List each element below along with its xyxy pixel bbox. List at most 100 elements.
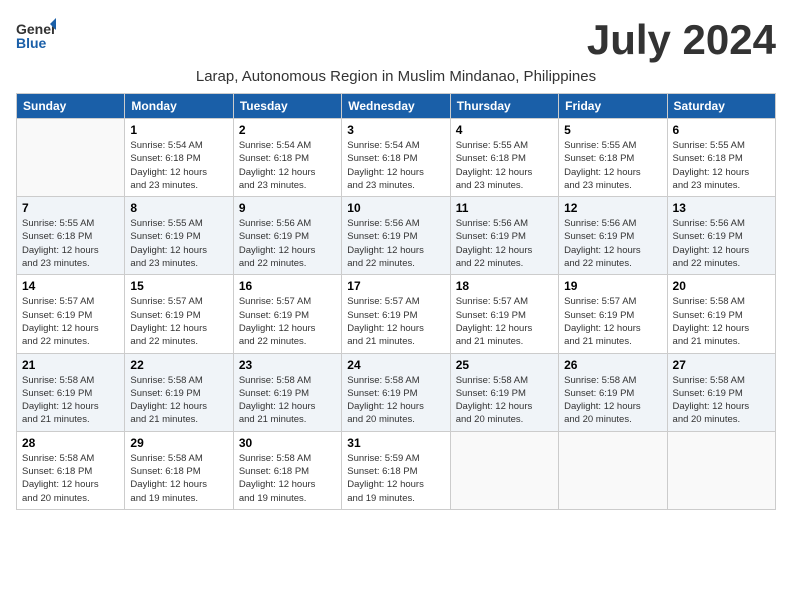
calendar-cell: 28Sunrise: 5:58 AM Sunset: 6:18 PM Dayli… xyxy=(17,431,125,509)
calendar-week-2: 7 Sunrise: 5:55 AM Sunset: 6:18 PM Daylig… xyxy=(17,197,776,275)
svg-text:Blue: Blue xyxy=(16,35,47,51)
day-info: Sunrise: 5:58 AM Sunset: 6:19 PM Dayligh… xyxy=(673,374,770,427)
calendar-cell: 12 Sunrise: 5:56 AM Sunset: 6:19 PM Dayli… xyxy=(559,197,667,275)
day-number: 8 xyxy=(130,201,227,215)
col-header-monday: Monday xyxy=(125,94,233,119)
calendar-cell: 14Sunrise: 5:57 AM Sunset: 6:19 PM Dayli… xyxy=(17,275,125,353)
calendar-cell: 5 Sunrise: 5:55 AM Sunset: 6:18 PM Daylig… xyxy=(559,119,667,197)
day-info: Sunrise: 5:54 AM Sunset: 6:18 PM Dayligh… xyxy=(347,139,444,192)
day-info: Sunrise: 5:57 AM Sunset: 6:19 PM Dayligh… xyxy=(130,295,227,348)
day-info: Sunrise: 5:55 AM Sunset: 6:18 PM Dayligh… xyxy=(22,217,119,270)
day-info: Sunrise: 5:57 AM Sunset: 6:19 PM Dayligh… xyxy=(564,295,661,348)
day-number: 30 xyxy=(239,436,336,450)
calendar-cell: 9 Sunrise: 5:56 AM Sunset: 6:19 PM Daylig… xyxy=(233,197,341,275)
calendar-cell: 10 Sunrise: 5:56 AM Sunset: 6:19 PM Dayli… xyxy=(342,197,450,275)
calendar-week-3: 14Sunrise: 5:57 AM Sunset: 6:19 PM Dayli… xyxy=(17,275,776,353)
calendar-cell xyxy=(559,431,667,509)
col-header-wednesday: Wednesday xyxy=(342,94,450,119)
logo-icon: General Blue xyxy=(16,16,56,56)
calendar-week-5: 28Sunrise: 5:58 AM Sunset: 6:18 PM Dayli… xyxy=(17,431,776,509)
calendar-cell: 2 Sunrise: 5:54 AM Sunset: 6:18 PM Daylig… xyxy=(233,119,341,197)
day-number: 20 xyxy=(673,279,770,293)
day-number: 21 xyxy=(22,358,119,372)
calendar-cell: 15 Sunrise: 5:57 AM Sunset: 6:19 PM Dayli… xyxy=(125,275,233,353)
day-info: Sunrise: 5:57 AM Sunset: 6:19 PM Dayligh… xyxy=(347,295,444,348)
day-info: Sunrise: 5:56 AM Sunset: 6:19 PM Dayligh… xyxy=(456,217,553,270)
calendar-cell: 6 Sunrise: 5:55 AM Sunset: 6:18 PM Daylig… xyxy=(667,119,775,197)
calendar-week-4: 21 Sunrise: 5:58 AM Sunset: 6:19 PM Dayli… xyxy=(17,353,776,431)
day-info: Sunrise: 5:59 AM Sunset: 6:18 PM Dayligh… xyxy=(347,452,444,505)
day-number: 22 xyxy=(130,358,227,372)
calendar-cell: 7 Sunrise: 5:55 AM Sunset: 6:18 PM Daylig… xyxy=(17,197,125,275)
calendar-cell: 11 Sunrise: 5:56 AM Sunset: 6:19 PM Dayli… xyxy=(450,197,558,275)
calendar-table: SundayMondayTuesdayWednesdayThursdayFrid… xyxy=(16,93,776,510)
calendar-week-1: 1 Sunrise: 5:54 AM Sunset: 6:18 PM Daylig… xyxy=(17,119,776,197)
day-info: Sunrise: 5:58 AM Sunset: 6:19 PM Dayligh… xyxy=(456,374,553,427)
col-header-tuesday: Tuesday xyxy=(233,94,341,119)
day-number: 9 xyxy=(239,201,336,215)
day-info: Sunrise: 5:54 AM Sunset: 6:18 PM Dayligh… xyxy=(239,139,336,192)
calendar-cell: 8 Sunrise: 5:55 AM Sunset: 6:19 PM Daylig… xyxy=(125,197,233,275)
calendar-cell: 31 Sunrise: 5:59 AM Sunset: 6:18 PM Dayli… xyxy=(342,431,450,509)
calendar-cell: 22Sunrise: 5:58 AM Sunset: 6:19 PM Dayli… xyxy=(125,353,233,431)
calendar-cell: 16 Sunrise: 5:57 AM Sunset: 6:19 PM Dayli… xyxy=(233,275,341,353)
calendar-cell: 13Sunrise: 5:56 AM Sunset: 6:19 PM Dayli… xyxy=(667,197,775,275)
day-info: Sunrise: 5:56 AM Sunset: 6:19 PM Dayligh… xyxy=(673,217,770,270)
calendar-cell: 4Sunrise: 5:55 AM Sunset: 6:18 PM Daylig… xyxy=(450,119,558,197)
day-info: Sunrise: 5:57 AM Sunset: 6:19 PM Dayligh… xyxy=(456,295,553,348)
day-info: Sunrise: 5:58 AM Sunset: 6:19 PM Dayligh… xyxy=(239,374,336,427)
day-number: 16 xyxy=(239,279,336,293)
day-info: Sunrise: 5:56 AM Sunset: 6:19 PM Dayligh… xyxy=(564,217,661,270)
col-header-saturday: Saturday xyxy=(667,94,775,119)
day-number: 5 xyxy=(564,123,661,137)
day-info: Sunrise: 5:55 AM Sunset: 6:18 PM Dayligh… xyxy=(673,139,770,192)
calendar-cell: 29Sunrise: 5:58 AM Sunset: 6:18 PM Dayli… xyxy=(125,431,233,509)
col-header-friday: Friday xyxy=(559,94,667,119)
day-number: 6 xyxy=(673,123,770,137)
day-number: 7 xyxy=(22,201,119,215)
calendar-cell: 18 Sunrise: 5:57 AM Sunset: 6:19 PM Dayli… xyxy=(450,275,558,353)
calendar-cell: 23Sunrise: 5:58 AM Sunset: 6:19 PM Dayli… xyxy=(233,353,341,431)
page-header: General Blue July 2024 xyxy=(16,16,776,64)
calendar-cell: 20 Sunrise: 5:58 AM Sunset: 6:19 PM Dayli… xyxy=(667,275,775,353)
day-info: Sunrise: 5:56 AM Sunset: 6:19 PM Dayligh… xyxy=(347,217,444,270)
calendar-body: 1 Sunrise: 5:54 AM Sunset: 6:18 PM Daylig… xyxy=(17,119,776,510)
calendar-cell: 1 Sunrise: 5:54 AM Sunset: 6:18 PM Daylig… xyxy=(125,119,233,197)
day-number: 12 xyxy=(564,201,661,215)
day-info: Sunrise: 5:58 AM Sunset: 6:19 PM Dayligh… xyxy=(22,374,119,427)
calendar-cell: 24Sunrise: 5:58 AM Sunset: 6:19 PM Dayli… xyxy=(342,353,450,431)
day-number: 2 xyxy=(239,123,336,137)
day-number: 25 xyxy=(456,358,553,372)
day-number: 18 xyxy=(456,279,553,293)
day-number: 17 xyxy=(347,279,444,293)
day-info: Sunrise: 5:58 AM Sunset: 6:19 PM Dayligh… xyxy=(564,374,661,427)
day-info: Sunrise: 5:58 AM Sunset: 6:18 PM Dayligh… xyxy=(22,452,119,505)
day-info: Sunrise: 5:56 AM Sunset: 6:19 PM Dayligh… xyxy=(239,217,336,270)
calendar-cell: 21 Sunrise: 5:58 AM Sunset: 6:19 PM Dayli… xyxy=(17,353,125,431)
day-number: 11 xyxy=(456,201,553,215)
day-number: 10 xyxy=(347,201,444,215)
day-info: Sunrise: 5:54 AM Sunset: 6:18 PM Dayligh… xyxy=(130,139,227,192)
day-info: Sunrise: 5:57 AM Sunset: 6:19 PM Dayligh… xyxy=(239,295,336,348)
day-number: 1 xyxy=(130,123,227,137)
day-number: 15 xyxy=(130,279,227,293)
day-info: Sunrise: 5:57 AM Sunset: 6:19 PM Dayligh… xyxy=(22,295,119,348)
logo: General Blue xyxy=(16,16,56,56)
day-number: 26 xyxy=(564,358,661,372)
calendar-cell xyxy=(667,431,775,509)
calendar-cell: 19Sunrise: 5:57 AM Sunset: 6:19 PM Dayli… xyxy=(559,275,667,353)
calendar-cell: 26 Sunrise: 5:58 AM Sunset: 6:19 PM Dayli… xyxy=(559,353,667,431)
day-number: 24 xyxy=(347,358,444,372)
calendar-cell: 17 Sunrise: 5:57 AM Sunset: 6:19 PM Dayli… xyxy=(342,275,450,353)
calendar-cell: 27Sunrise: 5:58 AM Sunset: 6:19 PM Dayli… xyxy=(667,353,775,431)
col-header-thursday: Thursday xyxy=(450,94,558,119)
col-header-sunday: Sunday xyxy=(17,94,125,119)
day-info: Sunrise: 5:55 AM Sunset: 6:18 PM Dayligh… xyxy=(564,139,661,192)
day-info: Sunrise: 5:58 AM Sunset: 6:18 PM Dayligh… xyxy=(130,452,227,505)
day-number: 31 xyxy=(347,436,444,450)
day-info: Sunrise: 5:55 AM Sunset: 6:19 PM Dayligh… xyxy=(130,217,227,270)
day-info: Sunrise: 5:58 AM Sunset: 6:19 PM Dayligh… xyxy=(673,295,770,348)
calendar-cell xyxy=(450,431,558,509)
day-number: 4 xyxy=(456,123,553,137)
calendar-cell xyxy=(17,119,125,197)
